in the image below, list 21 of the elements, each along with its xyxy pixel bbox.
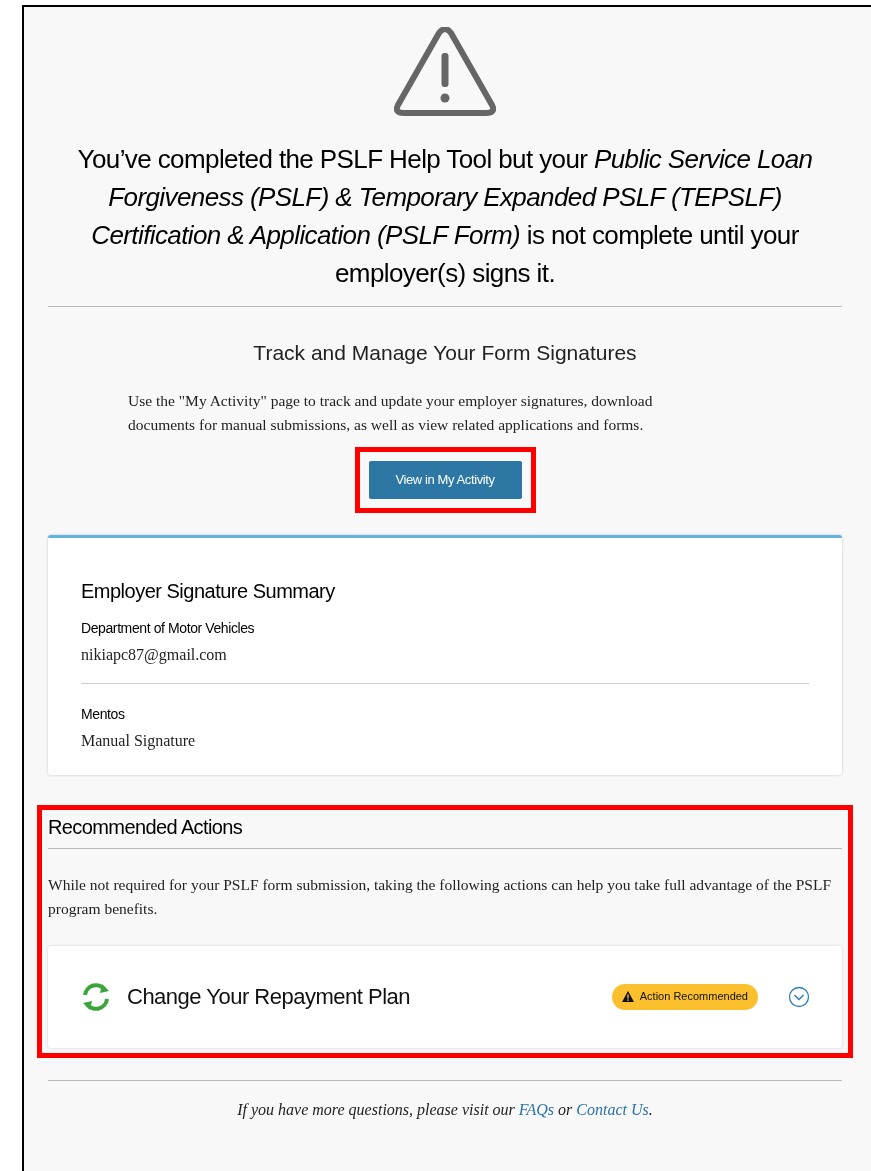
action-card[interactable]: Change Your Repayment Plan Action Recommended [48,945,842,1048]
section-title: Track and Manage Your Form Signatures [252,340,638,366]
employer-name: Mentos [81,704,126,724]
footer-link[interactable]: Contact Us [576,1100,649,1118]
warning-icon [394,27,496,117]
employer-detail: nikiapc87@gmail.com [81,644,228,666]
section-title: Recommended Actions [48,814,244,840]
status-badge: Action Recommended [611,983,758,1010]
footer-text: If you have more questions, please visit our FAQs or Contact Us. [236,1099,654,1121]
description-text: Use the "My Activity" page to track and update your employer signatures, download documents for manual submissions, as well as view related applications and forms. [128,390,654,435]
action-title: Change Your Repayment Plan [127,983,410,1011]
description-text: While not required for your PSLF form submission, taking the following actions can help you take full advantage of the PSLF program benefits. [48,874,833,919]
card-title: Employer Signature Summary [81,578,336,604]
refresh-icon [80,980,112,1013]
warning-icon [621,991,634,1002]
employer-detail: Manual Signature [81,730,197,752]
headline: You’ve completed the PSLF Help Tool but your Public Service Loan Forgiveness (PSLF) & Temporary Expanded PSLF (TEPSLF) Certification & Application (PSLF Form) is not complete until your employer(s) signs it. [76,143,814,290]
footer-link[interactable]: FAQs [518,1100,555,1118]
employer-name: Department of Motor Vehicles [81,618,256,638]
expand-icon[interactable] [788,985,810,1008]
view-activity-button[interactable]: View in My Activity [368,460,522,499]
